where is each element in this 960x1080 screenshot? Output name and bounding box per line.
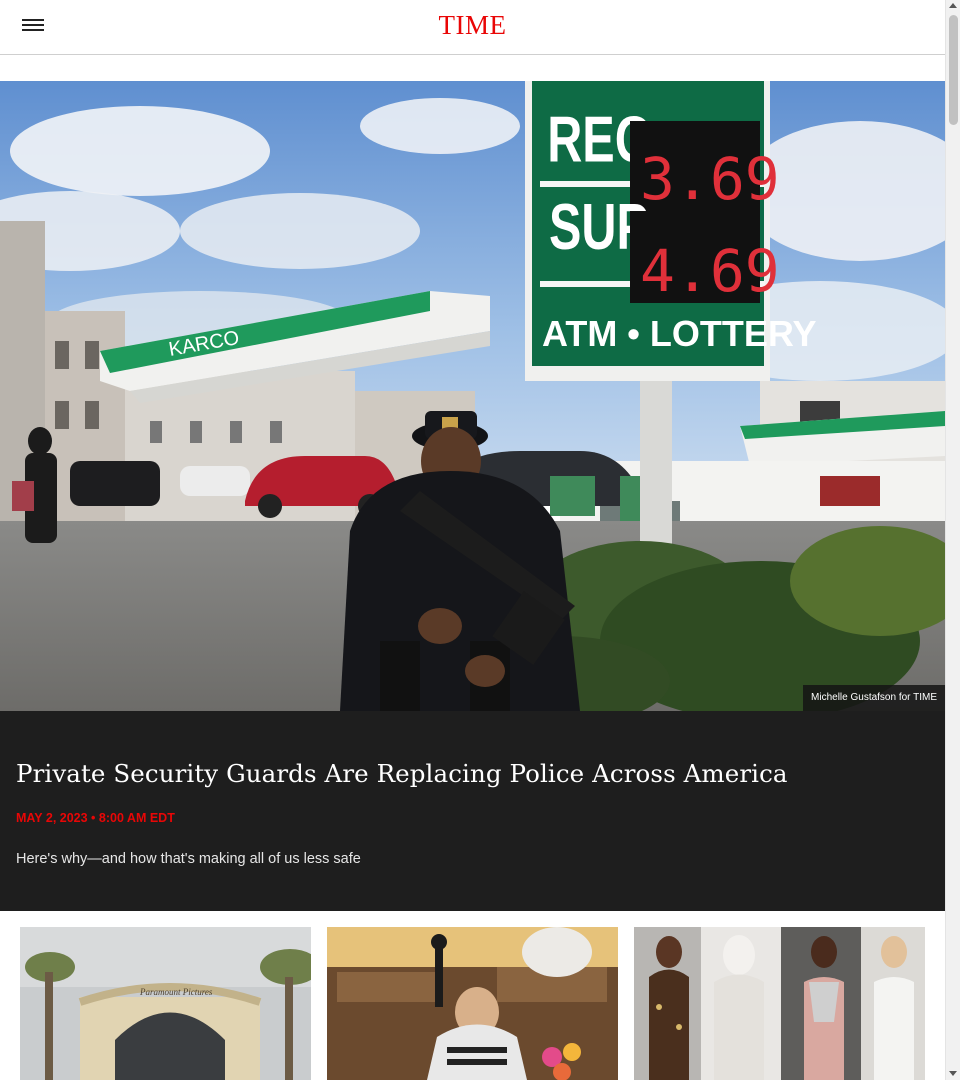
sign-banner-text: ATM • LOTTERY: [542, 313, 817, 354]
site-header: TIME: [0, 0, 945, 55]
studio-sign-text: Paramount Pictures: [139, 987, 213, 997]
sign-row1-price: 3.69: [640, 145, 780, 213]
studio-gate-image: Paramount Pictures: [20, 927, 311, 1080]
lead-story-headline[interactable]: Private Security Guards Are Replacing Po…: [16, 759, 788, 788]
logo-text[interactable]: TIME: [439, 10, 507, 40]
thumbnail-met-gala[interactable]: [634, 927, 925, 1080]
site-logo[interactable]: TIME: [0, 10, 945, 41]
hero-image[interactable]: KARCO REG 3.69 SUP 4.69 ATM • LOTTERY Mi…: [0, 81, 945, 711]
met-gala-image: [634, 927, 925, 1080]
hero-photo-illustration: KARCO REG 3.69 SUP 4.69 ATM • LOTTERY: [0, 81, 945, 711]
scroll-up-arrow-icon[interactable]: [949, 3, 957, 8]
scroll-thumb[interactable]: [949, 15, 958, 125]
thumbnail-legislature-protest[interactable]: [327, 927, 618, 1080]
lead-story-panel: Private Security Guards Are Replacing Po…: [0, 711, 945, 911]
photo-credit: Michelle Gustafson for TIME: [803, 685, 945, 711]
legislature-protest-image: [327, 927, 618, 1080]
sign-row2-price: 4.69: [640, 237, 780, 305]
page-scrollbar[interactable]: [945, 0, 960, 1080]
thumbnail-studio-gate[interactable]: Paramount Pictures: [20, 927, 311, 1080]
lead-story-dateline: MAY 2, 2023 • 8:00 AM EDT: [16, 811, 175, 825]
scroll-down-arrow-icon[interactable]: [949, 1071, 957, 1076]
lead-story-dek: Here's why—and how that's making all of …: [16, 851, 361, 867]
